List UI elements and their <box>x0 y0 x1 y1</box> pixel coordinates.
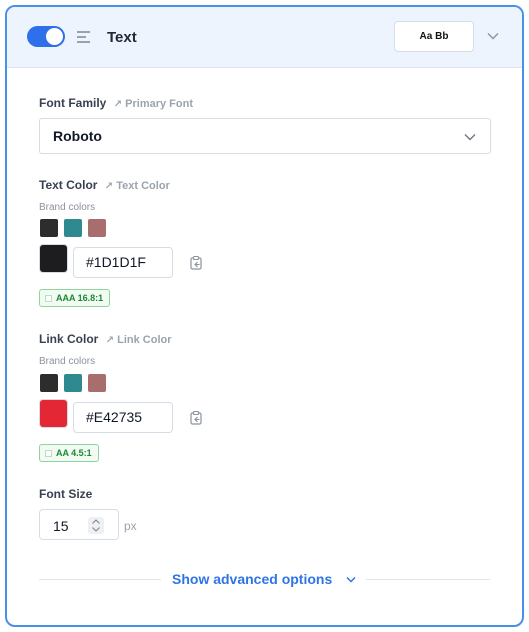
link-contrast-badge: AA 4.5:1 <box>39 444 99 462</box>
divider-right <box>366 579 490 580</box>
font-size-input[interactable]: 15 <box>39 509 119 540</box>
font-size-stepper[interactable] <box>88 517 104 534</box>
link-color-label: Link Color ↗ Link Color <box>39 332 172 346</box>
font-preview-button[interactable]: Aa Bb <box>394 21 474 52</box>
chevron-down-icon <box>464 134 476 141</box>
text-color-preview[interactable] <box>40 245 67 272</box>
brand-colors-label: Brand colors <box>39 202 96 213</box>
brand-swatch-rose[interactable] <box>88 219 106 237</box>
primary-font-link[interactable]: ↗ Primary Font <box>114 98 193 110</box>
link-color-link-text: Link Color <box>117 334 172 346</box>
link-contrast-value: AA 4.5:1 <box>56 448 92 458</box>
chevron-down-icon[interactable] <box>92 527 100 532</box>
divider-left <box>39 579 161 580</box>
brand-swatch-teal[interactable] <box>64 374 82 392</box>
text-color-label-text: Text Color <box>39 178 98 192</box>
text-color-hex-input[interactable]: #1D1D1F <box>73 247 173 278</box>
clipboard-paste-icon[interactable] <box>190 256 203 270</box>
text-settings-panel: Text Aa Bb Font Family ↗ Primary Font Ro… <box>5 5 524 627</box>
link-arrow-icon: ↗ <box>113 99 123 110</box>
chevron-up-icon[interactable] <box>92 519 100 524</box>
font-size-value: 15 <box>53 518 69 534</box>
font-family-label: Font Family ↗ Primary Font <box>39 96 193 110</box>
brand-swatch-teal[interactable] <box>64 219 82 237</box>
font-size-label-text: Font Size <box>39 487 93 501</box>
chevron-down-icon[interactable] <box>346 576 356 583</box>
brand-swatch-dark[interactable] <box>40 219 58 237</box>
panel-title: Text <box>107 29 137 46</box>
text-color-link[interactable]: ↗ Text Color <box>105 180 170 192</box>
font-size-unit: px <box>124 519 137 533</box>
collapse-chevron-icon[interactable] <box>487 32 499 40</box>
link-color-label-text: Link Color <box>39 332 99 346</box>
font-family-select[interactable]: Roboto <box>39 118 491 154</box>
text-color-label: Text Color ↗ Text Color <box>39 178 170 192</box>
link-arrow-icon: ↗ <box>105 335 115 346</box>
align-left-icon <box>77 31 90 43</box>
link-color-link[interactable]: ↗ Link Color <box>106 334 172 346</box>
primary-font-link-text: Primary Font <box>125 98 193 110</box>
text-contrast-badge: AAA 16.8:1 <box>39 289 111 307</box>
font-family-value: Roboto <box>53 128 102 144</box>
brand-swatch-dark[interactable] <box>40 374 58 392</box>
brand-colors-label: Brand colors <box>39 356 96 367</box>
text-enable-toggle[interactable] <box>27 26 65 47</box>
text-color-link-text: Text Color <box>116 180 170 192</box>
text-contrast-value: AAA 16.8:1 <box>56 293 104 303</box>
brand-swatch-rose[interactable] <box>88 374 106 392</box>
font-size-label: Font Size <box>39 487 92 501</box>
clipboard-paste-icon[interactable] <box>190 411 203 425</box>
toggle-knob <box>46 28 63 45</box>
show-advanced-options-link[interactable]: Show advanced options <box>172 571 332 587</box>
font-family-label-text: Font Family <box>39 96 107 110</box>
link-color-hex-input[interactable]: #E42735 <box>73 402 173 433</box>
link-arrow-icon: ↗ <box>104 181 114 192</box>
panel-header: Text Aa Bb <box>7 7 522 68</box>
link-color-preview[interactable] <box>40 400 67 427</box>
